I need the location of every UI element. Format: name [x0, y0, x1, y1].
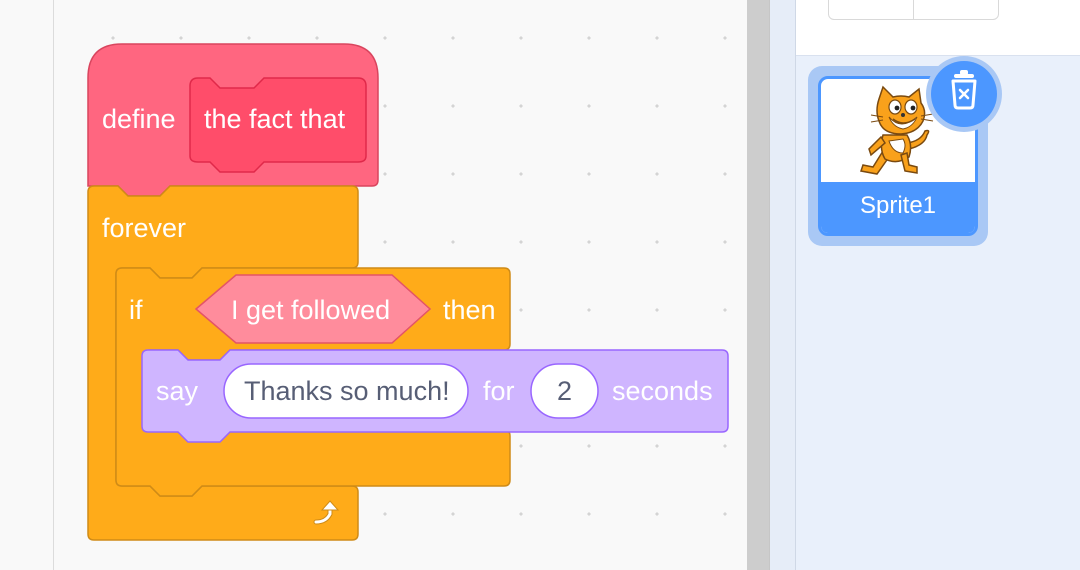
sprite-info-panel — [796, 0, 1080, 56]
forever-keyword-label: forever — [102, 213, 187, 243]
sprite-name-label: Sprite1 — [821, 182, 975, 233]
say-keyword-label: say — [156, 376, 199, 406]
if-keyword-label: if — [129, 295, 143, 325]
segment-button-left[interactable] — [828, 0, 914, 20]
scratch-editor: Sprite1 define the fact that forever if … — [0, 0, 1080, 570]
define-keyword-label: define — [102, 104, 176, 134]
trash-delete-icon — [951, 70, 977, 110]
workspace-vertical-scrollbar[interactable] — [747, 0, 770, 570]
for-keyword-label: for — [483, 376, 515, 406]
then-keyword-label: then — [443, 295, 496, 325]
say-seconds-value[interactable]: 2 — [557, 378, 572, 405]
segment-button-right[interactable] — [913, 0, 999, 20]
define-custom-name-label: the fact that — [204, 104, 346, 134]
delete-sprite-button[interactable] — [931, 61, 997, 127]
pane-divider — [770, 0, 796, 570]
workspace-left-gutter — [0, 0, 54, 570]
say-message-text[interactable]: Thanks so much! — [244, 378, 450, 405]
condition-label: I get followed — [231, 295, 391, 325]
seconds-keyword-label: seconds — [612, 376, 713, 406]
